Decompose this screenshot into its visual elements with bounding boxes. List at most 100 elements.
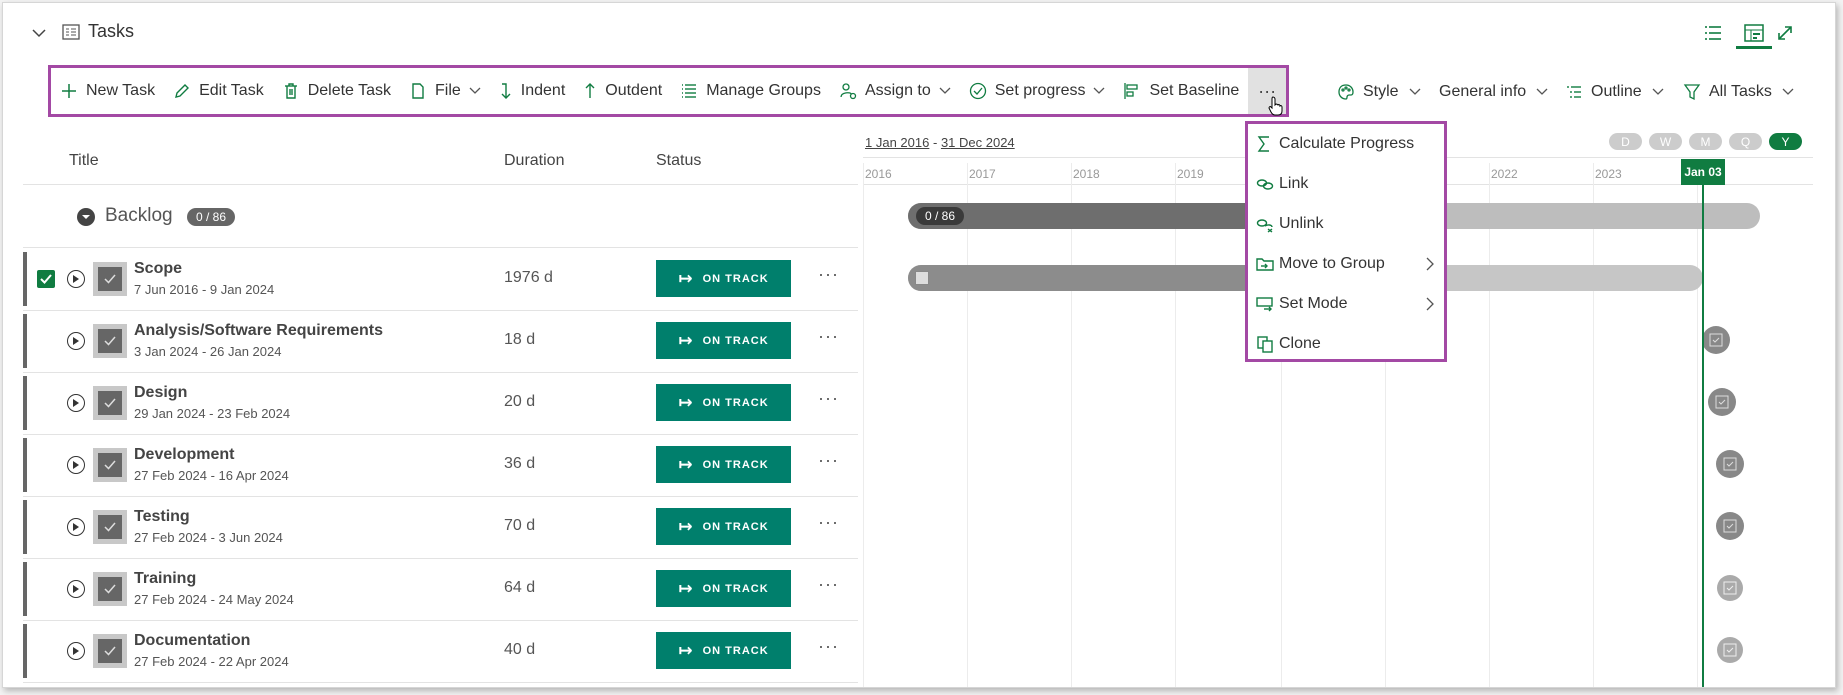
year-label: 2023: [1595, 167, 1622, 181]
status-badge[interactable]: ↦ ON TRACK: [656, 260, 791, 297]
expand-row-icon[interactable]: [67, 332, 85, 350]
new-task-button[interactable]: New Task: [51, 68, 164, 114]
indent-button[interactable]: Indent: [490, 68, 574, 114]
menu-item-link[interactable]: Link: [1248, 164, 1444, 204]
milestone-marker[interactable]: [1716, 450, 1744, 478]
set-progress-dropdown[interactable]: Set progress: [960, 68, 1115, 114]
expand-row-icon[interactable]: [67, 642, 85, 660]
table-row[interactable]: Documentation 27 Feb 2024 - 22 Apr 2024 …: [23, 620, 858, 682]
row-more-button[interactable]: ···: [818, 388, 839, 409]
task-name[interactable]: Documentation: [134, 632, 250, 650]
status-badge[interactable]: ↦ ON TRACK: [656, 570, 791, 607]
expand-row-icon[interactable]: [67, 580, 85, 598]
status-badge[interactable]: ↦ ON TRACK: [656, 384, 791, 421]
set-baseline-button[interactable]: Set Baseline: [1114, 68, 1248, 114]
task-dates: 27 Feb 2024 - 22 Apr 2024: [134, 654, 289, 669]
gantt-mode-icon[interactable]: [1736, 20, 1772, 49]
table-row[interactable]: Development 27 Feb 2024 - 16 Apr 2024 36…: [23, 434, 858, 496]
style-dropdown[interactable]: Style: [1337, 83, 1421, 101]
range-separator: -: [932, 135, 938, 150]
file-dropdown[interactable]: File: [400, 68, 490, 114]
assign-to-dropdown[interactable]: Assign to: [830, 68, 960, 114]
row-more-button[interactable]: ···: [818, 264, 839, 285]
menu-item-set-mode[interactable]: Set Mode: [1248, 284, 1444, 324]
milestone-marker[interactable]: [1717, 637, 1743, 663]
trash-icon: [284, 83, 297, 99]
menu-item-clone[interactable]: Clone: [1248, 324, 1444, 364]
row-checkbox[interactable]: [37, 270, 55, 288]
status-badge[interactable]: ↦ ON TRACK: [656, 632, 791, 669]
status-badge[interactable]: ↦ ON TRACK: [656, 322, 791, 359]
row-more-button[interactable]: ···: [818, 450, 839, 471]
row-more-button[interactable]: ···: [818, 326, 839, 347]
status-label: ON TRACK: [702, 272, 769, 285]
row-more-button[interactable]: ···: [818, 574, 839, 595]
status-label: ON TRACK: [702, 644, 769, 657]
group-collapse-icon[interactable]: [77, 208, 95, 226]
outline-icon: [1567, 86, 1581, 98]
general-info-dropdown[interactable]: General info: [1439, 83, 1548, 101]
range-start[interactable]: 1 Jan 2016: [865, 135, 929, 150]
manage-groups-button[interactable]: Manage Groups: [671, 68, 830, 114]
range-end[interactable]: 31 Dec 2024: [941, 135, 1015, 150]
table-row[interactable]: Design 29 Jan 2024 - 23 Feb 2024 20 d ↦ O…: [23, 372, 858, 434]
task-name[interactable]: Testing: [134, 508, 190, 526]
chevron-down-icon: [1652, 88, 1664, 95]
new-task-label: New Task: [86, 82, 156, 99]
table-row[interactable]: Training 27 Feb 2024 - 24 May 2024 64 d …: [23, 558, 858, 620]
date-range[interactable]: 1 Jan 2016 - 31 Dec 2024: [865, 135, 1015, 150]
menu-item-calculate-progress[interactable]: Calculate Progress: [1248, 124, 1444, 164]
task-name[interactable]: Design: [134, 384, 187, 402]
plus-icon: [62, 84, 76, 98]
column-status[interactable]: Status: [656, 152, 701, 170]
milestone-marker[interactable]: [1716, 512, 1744, 540]
outline-dropdown[interactable]: Outline: [1565, 83, 1664, 101]
chevron-down-icon: [1536, 88, 1548, 95]
column-title[interactable]: Title: [69, 152, 99, 170]
milestone-marker[interactable]: [1702, 326, 1730, 354]
edit-task-button[interactable]: Edit Task: [164, 68, 273, 114]
row-indicator: [23, 624, 27, 678]
check-icon: [40, 274, 52, 284]
status-badge[interactable]: ↦ ON TRACK: [656, 446, 791, 483]
task-name[interactable]: Scope: [134, 260, 182, 278]
expand-row-icon[interactable]: [67, 270, 85, 288]
menu-item-unlink[interactable]: Unlink: [1248, 204, 1444, 244]
row-indicator: [23, 500, 27, 554]
all-tasks-filter[interactable]: All Tasks: [1683, 83, 1794, 101]
arrow-down-icon: [501, 83, 511, 99]
expand-row-icon[interactable]: [67, 518, 85, 536]
task-name[interactable]: Development: [134, 446, 234, 464]
scale-year-button[interactable]: Y: [1769, 133, 1802, 150]
expand-row-icon[interactable]: [67, 394, 85, 412]
expand-row-icon[interactable]: [67, 456, 85, 474]
link-icon: [1256, 179, 1274, 190]
more-button[interactable]: ···: [1248, 68, 1286, 116]
milestone-marker[interactable]: [1708, 388, 1736, 416]
menu-item-move-to-group[interactable]: Move to Group: [1248, 244, 1444, 284]
list-mode-icon[interactable]: [1700, 20, 1726, 46]
arrow-right-icon: ↦: [678, 392, 693, 412]
status-badge[interactable]: ↦ ON TRACK: [656, 508, 791, 545]
baseline-icon: [1124, 83, 1139, 99]
scale-day-button[interactable]: D: [1609, 133, 1642, 150]
outdent-button[interactable]: Outdent: [574, 68, 671, 114]
milestone-marker[interactable]: [1717, 575, 1743, 601]
row-more-button[interactable]: ···: [818, 512, 839, 533]
group-name[interactable]: Backlog: [105, 205, 173, 227]
table-row[interactable]: Testing 27 Feb 2024 - 3 Jun 2024 70 d ↦ O…: [23, 496, 858, 558]
table-row[interactable]: Analysis/Software Requirements 3 Jan 202…: [23, 310, 858, 372]
scale-month-button[interactable]: M: [1689, 133, 1722, 150]
scale-week-button[interactable]: W: [1649, 133, 1682, 150]
collapse-chevron-icon[interactable]: [29, 23, 49, 43]
column-duration[interactable]: Duration: [504, 152, 564, 170]
task-name[interactable]: Training: [134, 570, 196, 588]
delete-task-button[interactable]: Delete Task: [273, 68, 400, 114]
task-duration: 18 d: [504, 331, 536, 348]
scale-quarter-button[interactable]: Q: [1729, 133, 1762, 150]
expand-icon[interactable]: [1772, 20, 1798, 46]
task-name[interactable]: Analysis/Software Requirements: [134, 322, 383, 340]
set-baseline-label: Set Baseline: [1149, 82, 1240, 99]
row-more-button[interactable]: ···: [818, 636, 839, 657]
table-row[interactable]: Scope 7 Jun 2016 - 9 Jan 2024 1976 d ↦ ON…: [23, 248, 858, 310]
